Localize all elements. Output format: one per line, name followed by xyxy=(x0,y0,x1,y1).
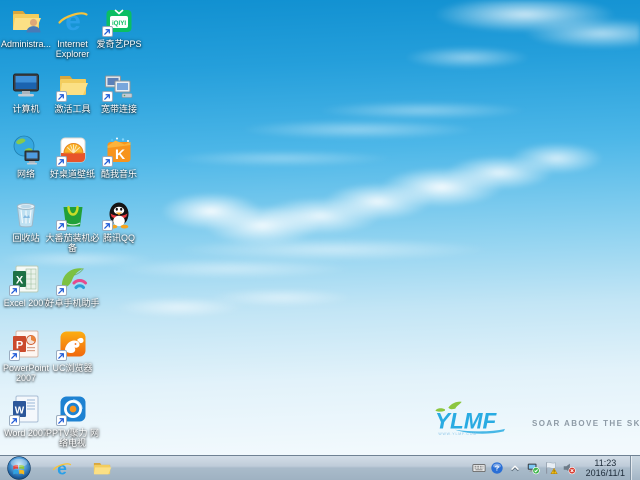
folder-user-icon xyxy=(10,4,42,41)
svg-text:e: e xyxy=(65,5,81,36)
svg-text:iQIYI: iQIYI xyxy=(112,20,126,27)
taskbar-windows-explorer[interactable] xyxy=(90,457,114,479)
windows-orb-icon xyxy=(7,456,31,480)
shortcut-arrow-icon xyxy=(9,350,20,361)
tray-language-help[interactable]: ? xyxy=(489,461,504,476)
watermark-tagline: SOAR ABOVE THE SKY xyxy=(532,419,640,428)
desktop-icon-uc-browser[interactable]: UC浏览器 xyxy=(45,328,101,373)
taskbar: e ? 11:23 2016/11/1 xyxy=(0,455,640,480)
desktop: Administra... e Internet Explorer iQIYI … xyxy=(0,0,640,480)
svg-text:?: ? xyxy=(494,464,499,473)
shortcut-arrow-icon xyxy=(102,220,113,232)
tray-input-method[interactable] xyxy=(471,461,486,476)
tray-volume-muted[interactable] xyxy=(561,461,576,476)
shortcut-arrow-icon xyxy=(55,350,67,361)
ylmf-url-text: WWW.YLMF.COM xyxy=(438,432,477,436)
network-icon xyxy=(10,134,42,171)
desktop-icon-pptv[interactable]: PPTV聚力 网络电视 xyxy=(45,393,101,448)
desktop-icon-grid: Administra... e Internet Explorer iQIYI … xyxy=(0,0,640,455)
shortcut-arrow-icon xyxy=(55,285,67,297)
clock-date: 2016/11/1 xyxy=(585,468,625,478)
shortcut-arrow-icon xyxy=(102,26,113,37)
desktop-icon-haozhuo-phone-assistant[interactable]: 好卓手机助手 xyxy=(45,263,101,308)
shortcut-arrow-icon xyxy=(9,285,20,297)
ylmf-logo-text: YLMF xyxy=(435,409,497,434)
shortcut-arrow-icon xyxy=(102,90,113,102)
start-button[interactable] xyxy=(4,456,34,480)
ie-icon: e xyxy=(57,4,89,41)
svg-text:K: K xyxy=(115,146,125,162)
svg-text:e: e xyxy=(57,458,67,478)
desktop-icon-iqiyi-pps[interactable]: iQIYI 爱奇艺PPS xyxy=(91,4,147,49)
desktop-icon-tencent-qq[interactable]: 腾讯QQ xyxy=(91,198,147,243)
clock-time: 11:23 xyxy=(594,457,617,468)
tray-icon-area: ? xyxy=(470,461,578,476)
show-desktop-button[interactable] xyxy=(630,456,640,480)
computer-icon xyxy=(10,69,42,106)
tray-show-hidden-icons[interactable] xyxy=(507,461,522,476)
recycle-bin-icon xyxy=(10,198,42,235)
desktop-icon-broadband-connection[interactable]: 宽带连接 xyxy=(91,69,147,114)
ylmf-logo-icon: YLMF WWW.YLMF.COM xyxy=(435,401,505,436)
desktop-icon-kuwo-music[interactable]: K 酷我音乐 xyxy=(91,134,147,179)
shortcut-arrow-icon xyxy=(9,414,20,426)
shortcut-arrow-icon xyxy=(55,155,67,167)
shortcut-arrow-icon xyxy=(102,155,113,167)
desktop-icon-label: PPTV聚力 网络电视 xyxy=(45,427,99,448)
shortcut-arrow-icon xyxy=(55,414,67,426)
system-tray: ? 11:23 2016/11/1 xyxy=(470,456,640,480)
shortcut-arrow-icon xyxy=(55,90,67,102)
tray-network-status[interactable] xyxy=(525,461,540,476)
shortcut-arrow-icon xyxy=(55,220,67,232)
taskbar-internet-explorer[interactable]: e xyxy=(50,457,74,479)
taskbar-clock[interactable]: 11:23 2016/11/1 xyxy=(586,458,625,479)
taskbar-pinned-icons: e xyxy=(50,457,114,479)
wallpaper-watermark: YLMF WWW.YLMF.COM SOAR ABOVE THE SKY xyxy=(430,400,640,437)
tray-action-center[interactable] xyxy=(543,461,558,476)
